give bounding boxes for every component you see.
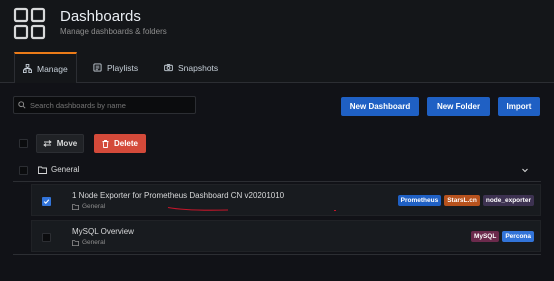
search-input[interactable] (30, 100, 190, 110)
search-box[interactable] (13, 96, 196, 114)
dashboard-folder: General (72, 239, 105, 246)
tab-playlists-label: Playlists (107, 62, 139, 73)
divider (13, 181, 541, 182)
check-icon (43, 199, 50, 205)
page-title: Dashboards (60, 8, 141, 25)
arrows-exchange-icon (43, 140, 52, 147)
delete-label: Delete (113, 139, 138, 148)
tab-snapshots-label: Snapshots (178, 62, 219, 73)
dashboard-row[interactable]: MySQL Overview General MySQL Percona (31, 220, 541, 252)
red-underline-annotation (167, 206, 229, 211)
page-header: Dashboards Manage dashboards & folders (0, 0, 554, 52)
tag-list: MySQL Percona (470, 231, 534, 242)
folder-checkbox[interactable] (19, 166, 28, 175)
search-icon (18, 101, 26, 109)
dashboard-folder-name: General (82, 239, 106, 246)
playlist-icon (93, 63, 102, 72)
tag-node-exporter[interactable]: node_exporter (482, 195, 534, 206)
select-all-checkbox[interactable] (19, 139, 28, 148)
trash-icon (102, 139, 109, 148)
sitemap-icon (23, 64, 32, 73)
apps-grid-icon (13, 7, 46, 40)
manage-panel: New Dashboard New Folder Import Move Del… (0, 83, 554, 281)
dashboard-title[interactable]: MySQL Overview (72, 227, 134, 236)
new-folder-button[interactable]: New Folder (427, 97, 490, 116)
chevron-down-icon[interactable] (521, 166, 529, 174)
folder-icon (72, 239, 79, 246)
red-dot-annotation (334, 210, 336, 211)
folder-name: General (51, 165, 80, 174)
folder-row-general[interactable]: General (13, 161, 541, 181)
delete-button[interactable]: Delete (94, 134, 146, 153)
tag-list: Prometheus StarsL.cn node_exporter (397, 195, 534, 206)
tab-snapshots[interactable]: Snapshots (164, 52, 218, 83)
tab-manage-label: Manage (37, 63, 68, 74)
divider (13, 254, 541, 255)
move-label: Move (56, 139, 78, 148)
tag-starsl[interactable]: StarsL.cn (444, 195, 480, 206)
tab-manage[interactable]: Manage (14, 52, 77, 84)
tab-bar: Manage Playlists Snapshots (0, 52, 554, 84)
dashboard-row[interactable]: 1 Node Exporter for Prometheus Dashboard… (31, 184, 541, 216)
move-button[interactable]: Move (36, 134, 84, 153)
import-button[interactable]: Import (498, 97, 540, 116)
tag-percona[interactable]: Percona (502, 231, 534, 242)
row-checkbox[interactable] (42, 233, 51, 242)
dashboard-folder: General (72, 203, 105, 210)
new-dashboard-button[interactable]: New Dashboard (341, 97, 419, 116)
folder-open-icon (38, 166, 47, 174)
tag-prometheus[interactable]: Prometheus (397, 195, 442, 206)
dashboard-folder-name: General (82, 203, 106, 210)
page-subtitle: Manage dashboards & folders (60, 27, 167, 36)
camera-icon (164, 64, 173, 72)
row-checkbox-checked[interactable] (42, 197, 51, 206)
tab-playlists[interactable]: Playlists (93, 52, 138, 83)
folder-icon (72, 203, 79, 210)
dashboard-title[interactable]: 1 Node Exporter for Prometheus Dashboard… (72, 191, 284, 200)
tag-mysql[interactable]: MySQL (470, 231, 500, 242)
